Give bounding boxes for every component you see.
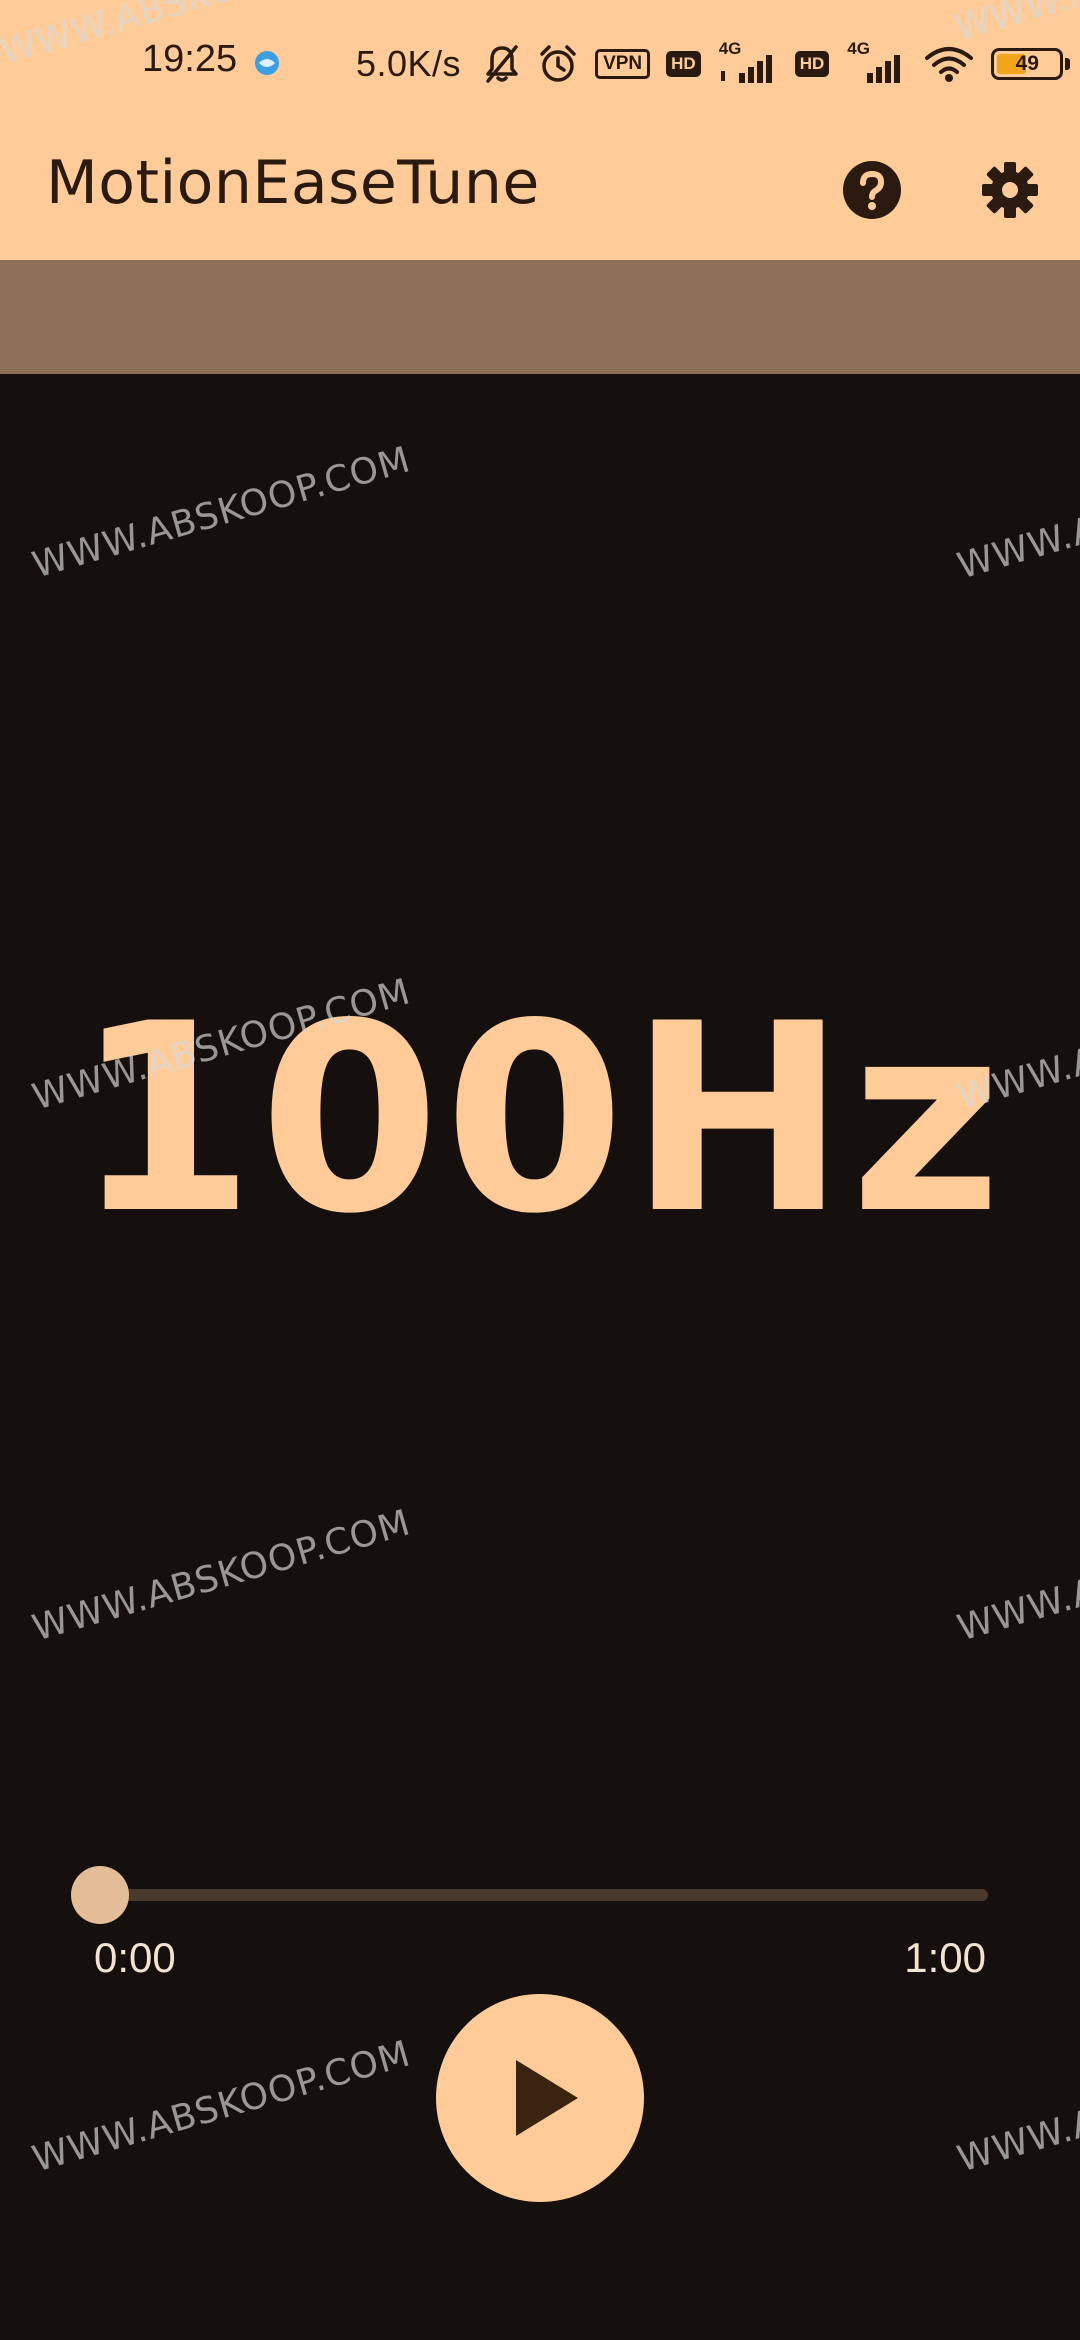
signal-icon [720,55,772,83]
battery-icon: 49 [991,48,1064,80]
progress-slider[interactable] [100,1889,988,1901]
battery-level: 49 [1015,52,1039,75]
signal-group-1: 4G [717,39,779,87]
app-title: MotionEaseTune [46,148,540,218]
progress-thumb[interactable] [71,1866,129,1924]
total-time: 1:00 [904,1934,986,1981]
signal-icon [867,55,901,83]
watermark-text: WWW.ABSKOOP.COM [28,2033,416,2181]
watermark-text: WWW.ABSKOOP.COM [28,439,416,587]
watermark-text: WWW.ABSKOOP.COM [953,1502,1080,1650]
hd-badge: HD [666,51,701,77]
browser-icon [255,51,279,75]
net-speed: 5.0K/s [356,43,462,84]
signal-group-2: 4G [845,39,907,87]
help-button[interactable] [832,150,912,230]
settings-icon [982,162,1038,218]
status-icons: 5.0K/s VPN HD 4G HD 4G 49 [356,34,1071,94]
settings-button[interactable] [970,150,1050,230]
frequency-display: 100Hz [74,969,1006,1271]
play-icon [516,2060,578,2136]
help-icon [843,161,901,219]
sub-bar [0,260,1080,374]
vpn-badge: VPN [595,49,651,79]
status-bar: 19:25 5.0K/s VPN HD 4G HD 4G 49 [0,0,1080,130]
play-button[interactable] [436,1994,644,2202]
battery-tip [1065,58,1071,70]
app-bar: MotionEaseTune [0,130,1080,260]
watermark-text: WWW.ABSKOOP.COM [953,440,1080,588]
hd-badge-2: HD [794,51,830,77]
elapsed-time: 0:00 [94,1934,176,1981]
watermark-text: WWW.ABSKOOP.COM [953,2033,1080,2181]
status-time: 19:25 [142,38,238,80]
alarm-icon [540,45,576,82]
bell-off-icon [486,45,518,83]
wifi-icon [925,47,974,82]
watermark-text: WWW.ABSKOOP.COM [28,1502,416,1650]
